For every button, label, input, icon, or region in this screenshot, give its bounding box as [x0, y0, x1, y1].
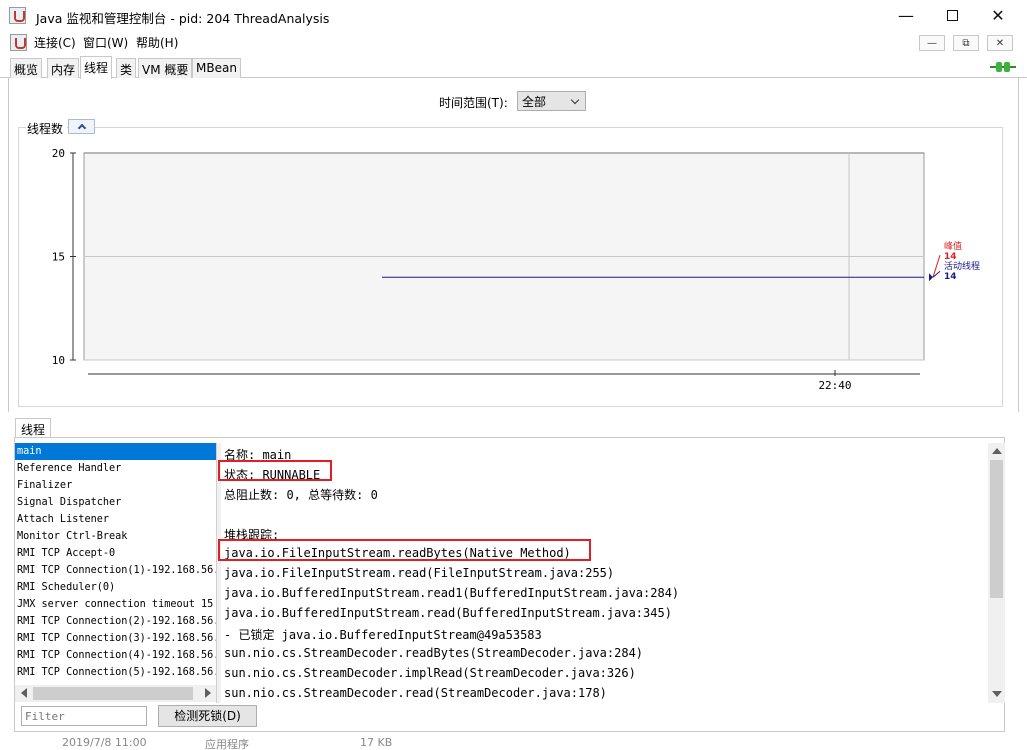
scroll-left-icon[interactable]	[21, 688, 27, 698]
chart-title: 线程数	[26, 120, 68, 137]
menu-bar: 连接(C) 窗口(W) 帮助(H)	[0, 31, 1027, 53]
maximize-button[interactable]	[929, 0, 975, 31]
stack-frame: java.io.BufferedInputStream.read(Buffere…	[224, 606, 672, 620]
minimize-button[interactable]: —	[883, 0, 929, 31]
background-file-strip: 2019/7/8 11:00 应用程序 17 KB	[0, 735, 1027, 750]
close-button[interactable]: ✕	[975, 0, 1021, 31]
legend-peak-label: 峰值	[944, 240, 962, 252]
collapse-chart-button[interactable]	[68, 119, 95, 134]
internal-restore-button[interactable]: ⧉	[953, 35, 979, 51]
menu-help[interactable]: 帮助(H)	[136, 34, 178, 51]
internal-minimize-button[interactable]: —	[919, 35, 945, 51]
state-highlight-box	[218, 460, 332, 481]
time-range-label: 时间范围(T):	[439, 96, 508, 110]
thread-list-item[interactable]: Signal Dispatcher	[15, 494, 216, 511]
scroll-right-icon[interactable]	[205, 688, 211, 698]
tab-vm-summary[interactable]: VM 概要	[138, 58, 193, 78]
legend-active-label: 活动线程	[944, 260, 980, 272]
menu-window[interactable]: 窗口(W)	[83, 34, 128, 51]
thread-counts: 总阻止数: 0, 总等待数: 0	[224, 488, 378, 502]
window-title: Java 监视和管理控制台 - pid: 204 ThreadAnalysis	[36, 11, 330, 26]
tab-memory[interactable]: 内存	[47, 58, 80, 78]
thread-list-item[interactable]: JMX server connection timeout 15	[15, 596, 216, 613]
scroll-thumb[interactable]	[990, 460, 1003, 598]
thread-list-item[interactable]: RMI TCP Connection(3)-192.168.56.	[15, 630, 216, 647]
y-tick-label: 10	[52, 354, 65, 367]
thread-list-item[interactable]: RMI TCP Connection(4)-192.168.56.	[15, 647, 216, 664]
menu-connect[interactable]: 连接(C)	[34, 34, 76, 51]
tab-threads[interactable]: 线程	[80, 56, 113, 79]
detail-vertical-scrollbar[interactable]	[988, 443, 1005, 703]
internal-close-button[interactable]: ✕	[987, 35, 1013, 51]
threads-subtab[interactable]: 线程	[15, 418, 52, 438]
thread-list-item[interactable]: RMI TCP Connection(1)-192.168.56.	[15, 562, 216, 579]
connection-status-icon	[990, 62, 1016, 72]
y-tick-label: 15	[52, 251, 65, 264]
scroll-down-icon[interactable]	[992, 691, 1002, 697]
thread-list-item[interactable]: main	[15, 443, 216, 460]
thread-list[interactable]: main Reference Handler Finalizer Signal Dis…	[15, 443, 216, 684]
thread-list-item[interactable]: Reference Handler	[15, 460, 216, 477]
thread-list-item[interactable]: RMI TCP Connection(2)-192.168.56.	[15, 613, 216, 630]
thread-filter-input[interactable]	[21, 706, 147, 726]
scroll-up-icon[interactable]	[992, 448, 1002, 454]
stack-frame: sun.nio.cs.StreamDecoder.implRead(Stream…	[224, 666, 636, 680]
maximize-icon	[946, 10, 958, 21]
stack-frame: java.io.FileInputStream.read(FileInputSt…	[224, 566, 615, 580]
stack-frame: sun.nio.cs.StreamDecoder.read(StreamDeco…	[224, 686, 607, 700]
tab-overview[interactable]: 概览	[10, 58, 43, 78]
y-tick-label: 20	[52, 147, 65, 160]
native-method-highlight-box	[218, 539, 591, 561]
scroll-thumb[interactable]	[33, 687, 193, 700]
chevron-up-icon	[77, 123, 86, 133]
file-date: 2019/7/8 11:00	[62, 736, 147, 749]
stack-frame: java.io.BufferedInputStream.read1(Buffer…	[224, 586, 680, 600]
legend-active-value: 14	[944, 272, 957, 282]
thread-list-item[interactable]: Finalizer	[15, 477, 216, 494]
file-size: 17 KB	[360, 736, 393, 749]
file-type: 应用程序	[205, 738, 249, 750]
tab-mbean[interactable]: MBean	[192, 58, 241, 78]
tab-classes[interactable]: 类	[116, 58, 137, 78]
thread-list-item[interactable]: RMI Scheduler(0)	[15, 579, 216, 596]
series-end-marker	[929, 273, 933, 282]
detect-deadlock-button[interactable]: 检测死锁(D)	[158, 705, 257, 727]
x-tick-label: 22:40	[818, 379, 851, 392]
tab-bar: 概览 内存 线程 类 VM 概要 MBean	[0, 56, 1027, 79]
thread-list-item[interactable]: RMI TCP Connection(5)-192.168.56.	[15, 664, 216, 681]
thread-detail: 名称: main 状态: RUNNABLE 总阻止数: 0, 总等待数: 0 堆…	[222, 443, 988, 703]
thread-list-horizontal-scrollbar[interactable]	[15, 685, 216, 702]
thread-list-item[interactable]: Monitor Ctrl-Break	[15, 528, 216, 545]
title-bar: Java 监视和管理控制台 - pid: 204 ThreadAnalysis …	[0, 0, 1027, 31]
thread-count-chart: 10152022:40峰值14活动线程14	[52, 147, 980, 392]
document-icon[interactable]	[10, 34, 27, 51]
thread-list-item[interactable]: Attach Listener	[15, 511, 216, 528]
legend-peak-value: 14	[944, 252, 957, 262]
thread-list-item[interactable]: RMI TCP Accept-0	[15, 545, 216, 562]
java-app-icon	[9, 7, 26, 24]
stack-frame: - 已锁定 java.io.BufferedInputStream@49a535…	[224, 628, 542, 642]
stack-frame: sun.nio.cs.StreamDecoder.readBytes(Strea…	[224, 646, 644, 660]
time-range-select[interactable]: 全部	[517, 91, 586, 111]
split-divider[interactable]	[216, 443, 221, 703]
